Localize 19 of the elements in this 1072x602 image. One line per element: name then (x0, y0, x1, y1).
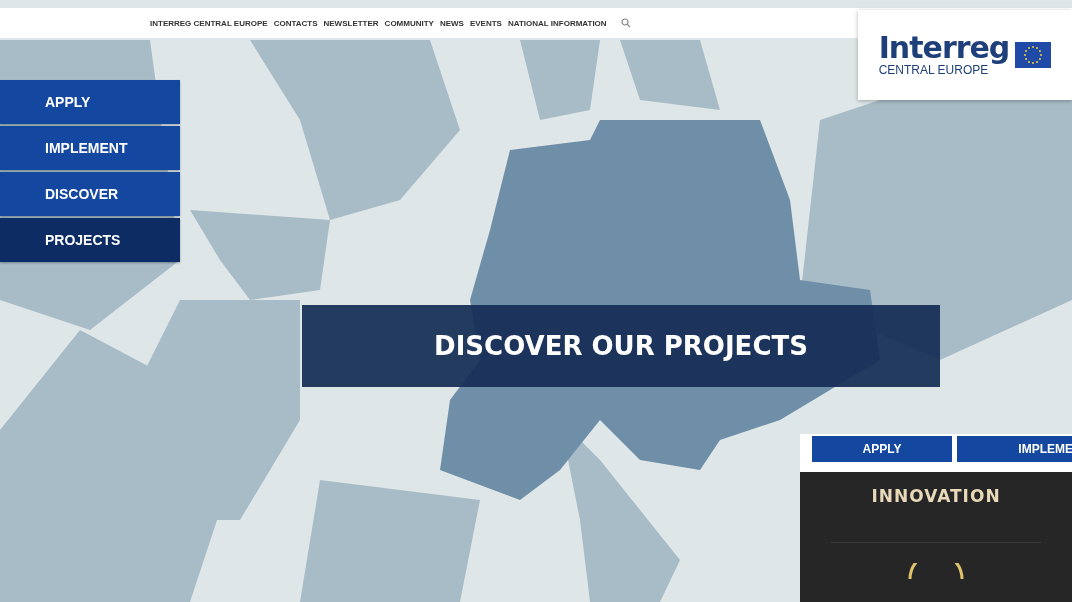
side-menu-item[interactable]: DISCOVER (0, 172, 180, 216)
nav-link[interactable]: NEWS (439, 18, 464, 28)
nav-link[interactable]: CONTACTS (273, 18, 318, 28)
side-menu-item[interactable]: PROJECTS (0, 218, 180, 262)
side-menu-item[interactable]: APPLY (0, 80, 180, 124)
preview-tab[interactable]: IMPLEME (957, 436, 1072, 462)
logo-subtitle: CENTRAL EUROPE (878, 63, 989, 77)
preview-tab[interactable]: APPLY (812, 436, 952, 462)
search-icon[interactable] (620, 18, 631, 28)
logo-name: Interreg (878, 33, 1010, 63)
nav-link[interactable]: NATIONAL INFORMATION (507, 18, 607, 28)
nav-link[interactable]: EVENTS (469, 18, 502, 28)
nav-link[interactable]: COMMUNITY (384, 18, 434, 28)
flag-icon (1015, 42, 1052, 68)
side-menu-item[interactable]: IMPLEMENT (0, 126, 180, 170)
nav-link[interactable]: INTERREG CENTRAL EUROPE (150, 18, 268, 28)
card-title: INNOVATION (871, 486, 1001, 506)
nav-link[interactable]: NEWSLETTER (323, 18, 379, 28)
banner-title[interactable]: DISCOVER OUR PROJECTS (302, 305, 940, 387)
